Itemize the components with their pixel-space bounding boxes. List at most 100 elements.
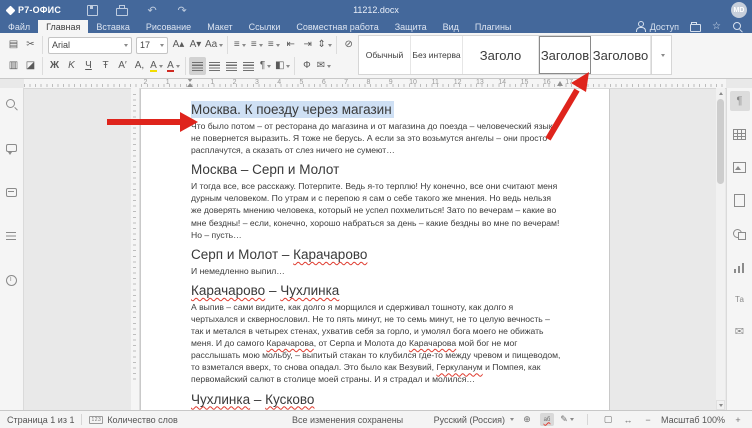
numbering-button[interactable]: ≡ — [248, 36, 265, 54]
zoom-out-button[interactable]: − — [641, 413, 655, 426]
favorite-button[interactable]: ☆ — [712, 21, 721, 32]
navigation-button[interactable] — [2, 226, 22, 246]
chart-settings-button[interactable] — [730, 256, 750, 276]
chevron-down-icon — [570, 418, 574, 421]
align-center-button[interactable] — [206, 57, 223, 75]
vertical-ruler[interactable] — [131, 88, 140, 410]
open-file-location-button[interactable] — [690, 21, 701, 32]
menu-tab-7[interactable]: Совместная работа — [288, 20, 386, 33]
subscript-button[interactable]: A, — [131, 57, 148, 75]
left-indent-marker[interactable] — [187, 83, 193, 87]
clear-style-button[interactable]: ⊘ — [340, 36, 357, 54]
style-chip-5[interactable]: Заголово — [591, 36, 651, 74]
document-page[interactable]: Москва. К поезду через магазинЧто было п… — [140, 88, 610, 410]
page-indicator[interactable]: Страница 1 из 1 — [7, 415, 74, 425]
mail-merge-button[interactable]: ✉ — [315, 57, 332, 75]
ruler-number: 8 — [366, 78, 370, 87]
search-button[interactable] — [2, 94, 22, 114]
bold-button[interactable]: Ж — [46, 57, 63, 75]
vertical-scrollbar[interactable] — [716, 88, 725, 410]
style-chip-3[interactable]: Заголо — [463, 36, 539, 74]
statusbar-right: Русский (Россия) ⊕ аб ✎ ▢ ↔ − Масштаб 10… — [434, 413, 745, 426]
avatar[interactable]: MD — [731, 2, 747, 18]
scroll-down-button[interactable] — [716, 400, 725, 410]
zoom-in-button[interactable]: + — [731, 413, 745, 426]
decrease-indent-button[interactable]: ⇤ — [282, 36, 299, 54]
shape-settings-button[interactable] — [730, 223, 750, 243]
right-indent-marker[interactable] — [557, 81, 563, 86]
increase-indent-button[interactable]: ⇥ — [299, 36, 316, 54]
highlight-color-button[interactable]: А — [148, 57, 165, 75]
fit-page-button[interactable]: ▢ — [601, 413, 615, 426]
paste-button[interactable]: ▤ — [5, 36, 22, 54]
horizontal-ruler[interactable]: 211234567891011121314151617 — [24, 78, 726, 89]
styles-gallery-expand-button[interactable] — [652, 35, 672, 75]
comments-icon — [5, 142, 18, 155]
superscript-button[interactable]: A′ — [114, 57, 131, 75]
menu-tab-8[interactable]: Защита — [387, 20, 435, 33]
undo-button[interactable]: ↶ — [145, 3, 159, 17]
change-case-button[interactable]: Aa — [204, 36, 224, 54]
comments-button[interactable] — [2, 138, 22, 158]
align-right-button[interactable] — [223, 57, 240, 75]
track-changes-button[interactable]: ✎ — [560, 413, 574, 426]
font-color-button[interactable]: А — [165, 57, 182, 75]
font-size-combo[interactable]: 17 — [136, 37, 168, 54]
menu-tab-5[interactable]: Макет — [199, 20, 240, 33]
scrollbar-thumb[interactable] — [717, 99, 724, 184]
multilevel-list-button[interactable]: ≡ — [265, 36, 282, 54]
table-settings-button[interactable] — [730, 124, 750, 144]
image-settings-button[interactable] — [730, 157, 750, 177]
chevron-down-icon — [327, 65, 331, 68]
line-spacing-button[interactable]: ⇕ — [316, 36, 333, 54]
decrement-font-button[interactable]: A▾ — [187, 36, 204, 54]
scroll-up-button[interactable] — [716, 88, 725, 98]
search-button[interactable] — [732, 21, 743, 32]
menu-tab-1[interactable]: Файл — [0, 20, 38, 33]
menu-tab-9[interactable]: Вид — [435, 20, 467, 33]
print-button[interactable] — [115, 3, 129, 17]
style-chip-2[interactable]: Без интерва — [411, 36, 463, 74]
format-painter-button[interactable]: Ф — [298, 57, 315, 75]
divider — [336, 36, 337, 54]
paragraph-shading-button[interactable]: ◧ — [274, 57, 291, 75]
word-count-button[interactable]: Количество слов — [107, 415, 177, 425]
style-chip-1[interactable]: Обычный — [359, 36, 411, 74]
style-chip-4[interactable]: Заголов — [539, 36, 591, 74]
ruler-number: 13 — [476, 78, 484, 87]
menu-tab-6[interactable]: Ссылки — [241, 20, 289, 33]
feedback-button[interactable] — [2, 182, 22, 202]
nonprinting-characters-button[interactable]: ¶ — [257, 57, 274, 75]
fit-width-button[interactable]: ↔ — [621, 413, 635, 426]
save-button[interactable] — [85, 3, 99, 17]
strikethrough-button[interactable]: Ŧ — [97, 57, 114, 75]
align-justify-button[interactable] — [240, 57, 257, 75]
menu-tab-2[interactable]: Главная — [38, 20, 88, 33]
paragraph-settings-button[interactable]: ¶ — [730, 91, 750, 111]
about-button[interactable] — [2, 270, 22, 290]
copy-style-button[interactable]: ◪ — [22, 57, 39, 75]
misspelled-word: Карачарова — [267, 338, 314, 348]
access-button[interactable]: Доступ — [635, 21, 679, 32]
headers-footers-settings-button[interactable] — [730, 190, 750, 210]
set-language-button[interactable]: ⊕ — [520, 413, 534, 426]
cut-button[interactable]: ✂ — [22, 36, 39, 54]
copy-button[interactable]: ▥ — [5, 57, 22, 75]
document-canvas[interactable]: Москва. К поезду через магазинЧто было п… — [24, 88, 726, 410]
menu-tab-10[interactable]: Плагины — [467, 20, 519, 33]
fit-page-icon: ▢ — [604, 414, 613, 425]
menu-tab-3[interactable]: Вставка — [88, 20, 137, 33]
misspelled-word: Карачарова — [409, 338, 456, 348]
italic-button[interactable]: K — [63, 57, 80, 75]
font-name-combo[interactable]: Arial — [48, 37, 132, 54]
bullets-button[interactable]: ≡ — [231, 36, 248, 54]
underline-button[interactable]: Ч — [80, 57, 97, 75]
redo-button[interactable]: ↷ — [175, 3, 189, 17]
menu-tab-4[interactable]: Рисование — [138, 20, 199, 33]
align-left-button[interactable] — [189, 57, 206, 75]
spellcheck-button[interactable]: аб — [540, 413, 554, 426]
increment-font-button[interactable]: A▴ — [170, 36, 187, 54]
textart-settings-button[interactable]: Та — [730, 289, 750, 309]
mailmerge-settings-button[interactable]: ✉ — [730, 322, 750, 342]
language-selector[interactable]: Русский (Россия) — [434, 415, 514, 425]
